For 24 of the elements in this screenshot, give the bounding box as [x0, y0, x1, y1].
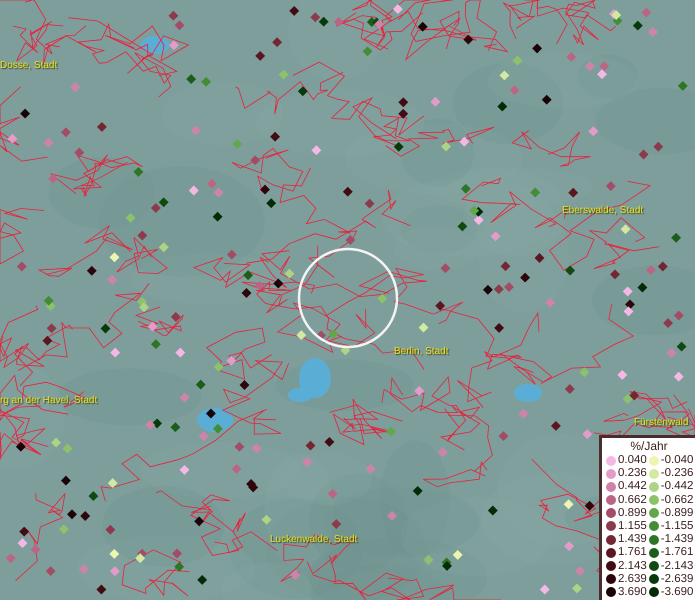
legend-value: -0.442: [660, 480, 694, 494]
legend-value: 1.761: [618, 546, 647, 560]
legend-value: 0.040: [618, 454, 647, 468]
legend-value: -3.690: [660, 586, 694, 599]
legend-value: -2.143: [660, 560, 694, 573]
legend-value: -0.662: [660, 494, 694, 507]
legend-value: 0.662: [618, 494, 647, 507]
legend-value: 0.236: [618, 467, 647, 480]
legend-value: 1.155: [618, 520, 647, 533]
legend-value: -0.899: [660, 506, 694, 520]
legend-value: 2.143: [618, 560, 647, 573]
legend-value: -1.155: [660, 520, 694, 533]
legend-value: -2.639: [660, 572, 694, 586]
legend-value: 3.690: [618, 586, 647, 599]
legend-value: -0.040: [660, 454, 694, 468]
legend-value: -1.439: [660, 533, 694, 546]
place-label: Dosse, Stadt: [0, 61, 58, 71]
legend-value: 0.442: [618, 480, 647, 494]
legend-value: 1.439: [618, 533, 647, 546]
legend-value: 0.899: [618, 506, 647, 520]
legend-value: -0.236: [660, 467, 694, 480]
legend-value: 2.639: [618, 572, 647, 586]
legend-title: %/Jahr: [629, 440, 669, 453]
legend-value: -1.761: [660, 546, 694, 560]
